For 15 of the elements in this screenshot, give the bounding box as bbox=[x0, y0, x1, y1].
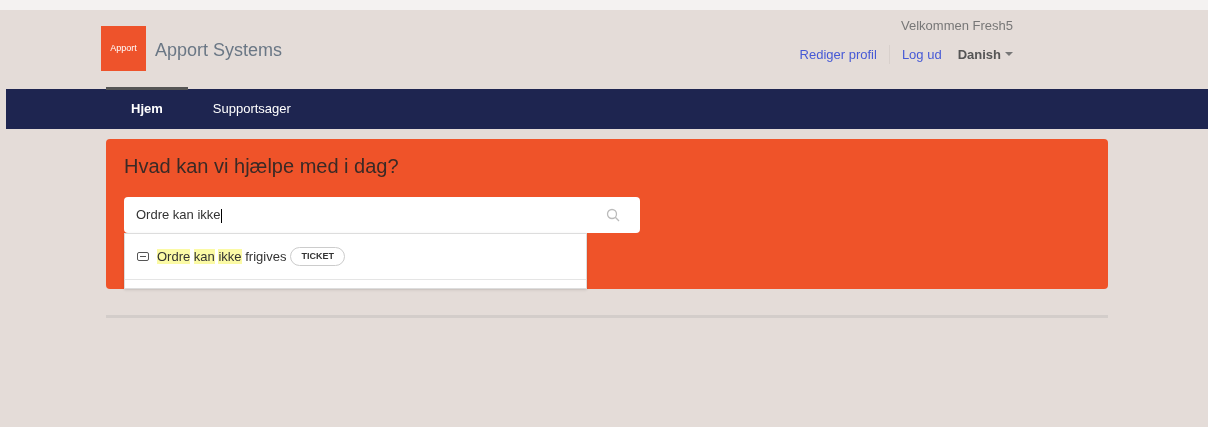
suggestion-text: Ordre kan ikke frigives bbox=[157, 247, 287, 266]
search-icon[interactable] bbox=[606, 208, 620, 222]
brand-name: Apport Systems bbox=[155, 39, 283, 62]
nav-tab[interactable]: Hjem bbox=[106, 87, 188, 127]
logo: Apport bbox=[101, 26, 146, 71]
hero-title: Hvad kan vi hjælpe med i dag? bbox=[124, 154, 400, 179]
suggestion-item[interactable]: Ordre kan ikke frigives TICKET bbox=[125, 234, 586, 280]
caret-icon bbox=[1005, 52, 1013, 57]
header-link[interactable]: Rediger profil bbox=[799, 44, 890, 64]
language-dropdown[interactable]: Danish bbox=[957, 44, 1013, 64]
welcome-text: Velkommen Fresh5 bbox=[901, 17, 1013, 35]
nav-tab[interactable]: Supportsager bbox=[187, 87, 316, 127]
search-field[interactable]: Ordre kan ikke bbox=[124, 197, 640, 233]
header-link[interactable]: Log ud bbox=[889, 44, 942, 64]
ticket-icon bbox=[137, 252, 149, 261]
